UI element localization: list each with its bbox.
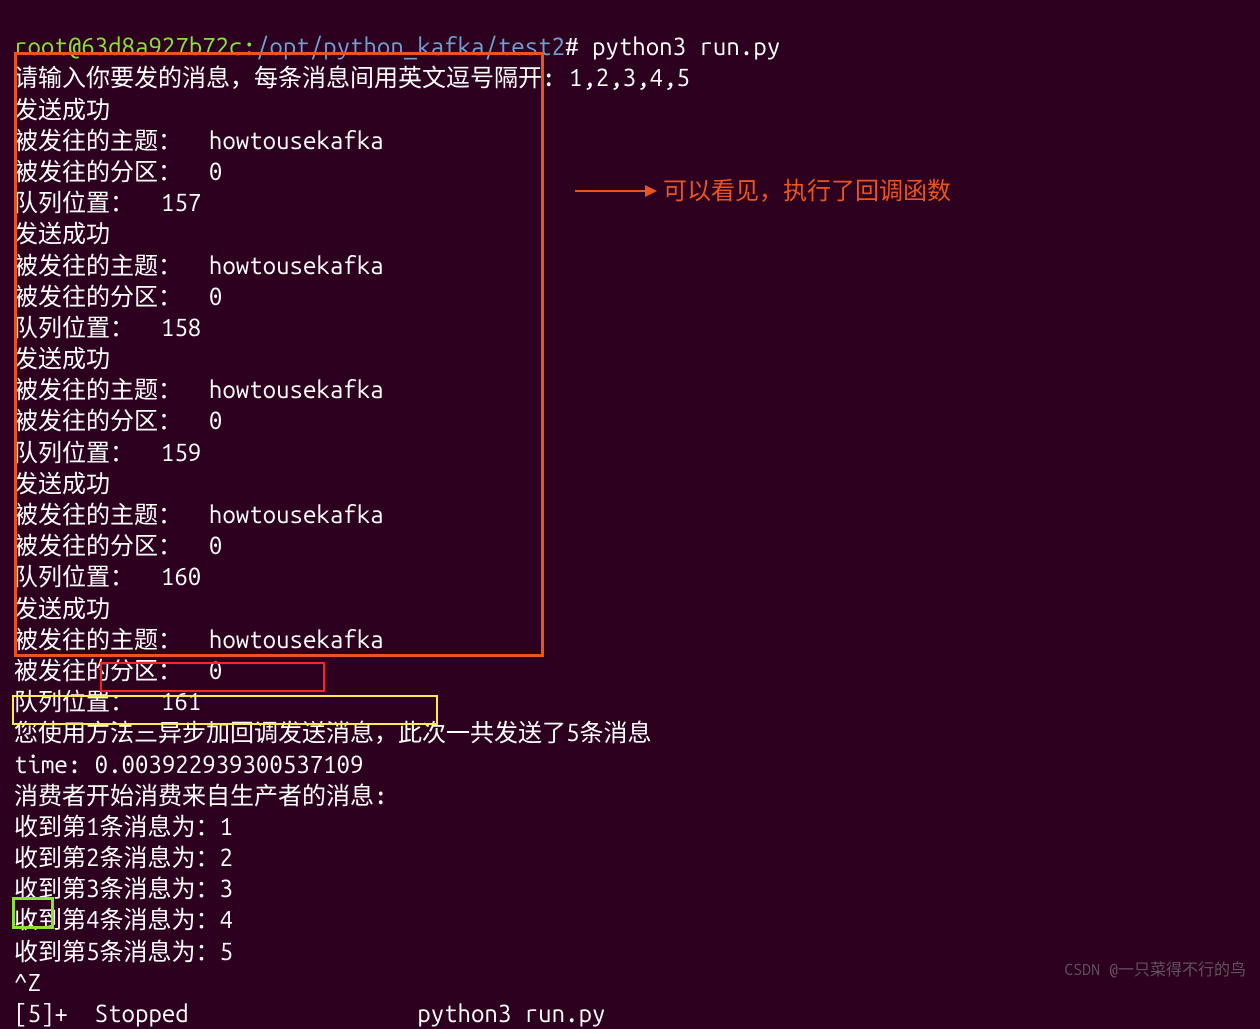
partition-line-5: 被发往的分区： 0 bbox=[14, 657, 222, 684]
queue-pos-161: 队列位置： 161 bbox=[14, 688, 201, 715]
partition-line-2: 被发往的分区： 0 bbox=[14, 283, 222, 310]
msg-1: 收到第1条消息为：1 bbox=[14, 813, 233, 840]
time-line: time: 0.003922939300537109 bbox=[14, 751, 363, 778]
topic-line-2: 被发往的主题： howtousekafka bbox=[14, 252, 384, 279]
msg-4: 收到第4条消息为：4 bbox=[14, 906, 233, 933]
send-success-1: 发送成功 bbox=[14, 96, 110, 123]
prompt-sep: : bbox=[242, 33, 255, 60]
queue-pos-159: 队列位置： 159 bbox=[14, 439, 201, 466]
queue-pos-160: 队列位置： 160 bbox=[14, 563, 201, 590]
msg-3: 收到第3条消息为：3 bbox=[14, 875, 233, 902]
watermark: CSDN @一只菜得不行的鸟 bbox=[1064, 960, 1246, 981]
send-success-5: 发送成功 bbox=[14, 595, 110, 622]
partition-line-3: 被发往的分区： 0 bbox=[14, 407, 222, 434]
topic-line-4: 被发往的主题： howtousekafka bbox=[14, 501, 384, 528]
partition-line-1: 被发往的分区： 0 bbox=[14, 158, 222, 185]
msg-2: 收到第2条消息为：2 bbox=[14, 844, 233, 871]
annotation-arrow: 可以看见，执行了回调函数 bbox=[575, 175, 951, 206]
queue-pos-157: 队列位置： 157 bbox=[14, 189, 201, 216]
consumer-start-line: 消费者开始消费来自生产者的消息: bbox=[14, 782, 387, 809]
send-success-2: 发送成功 bbox=[14, 220, 110, 247]
ctrl-z: ^Z bbox=[14, 969, 41, 996]
send-success-3: 发送成功 bbox=[14, 345, 110, 372]
queue-pos-158: 队列位置： 158 bbox=[14, 314, 201, 341]
topic-line-3: 被发往的主题： howtousekafka bbox=[14, 376, 384, 403]
annotation-text: 可以看见，执行了回调函数 bbox=[663, 175, 951, 206]
terminal-output[interactable]: root@63d8a927b72c:/opt/python_kafka/test… bbox=[0, 0, 1260, 1029]
prompt-path: /opt/python_kafka/test2 bbox=[256, 33, 565, 60]
topic-line-1: 被发往的主题： howtousekafka bbox=[14, 127, 384, 154]
stopped-line: [5]+ Stopped python3 run.py bbox=[14, 1000, 605, 1027]
send-success-4: 发送成功 bbox=[14, 470, 110, 497]
arrow-line-icon bbox=[575, 190, 655, 192]
partition-line-4: 被发往的分区： 0 bbox=[14, 532, 222, 559]
prompt-symbol: # bbox=[565, 33, 578, 60]
command-text: python3 run.py bbox=[592, 33, 780, 60]
prompt-user: root@63d8a927b72c bbox=[14, 33, 242, 60]
msg-5: 收到第5条消息为：5 bbox=[14, 938, 233, 965]
topic-line-5: 被发往的主题： howtousekafka bbox=[14, 626, 384, 653]
summary-line: 您使用方法三异步加回调发送消息，此次一共发送了5条消息 bbox=[14, 719, 651, 746]
input-prompt-line: 请输入你要发的消息，每条消息间用英文逗号隔开: 1,2,3,4,5 bbox=[14, 64, 690, 91]
prompt-line: root@63d8a927b72c:/opt/python_kafka/test… bbox=[14, 33, 780, 60]
